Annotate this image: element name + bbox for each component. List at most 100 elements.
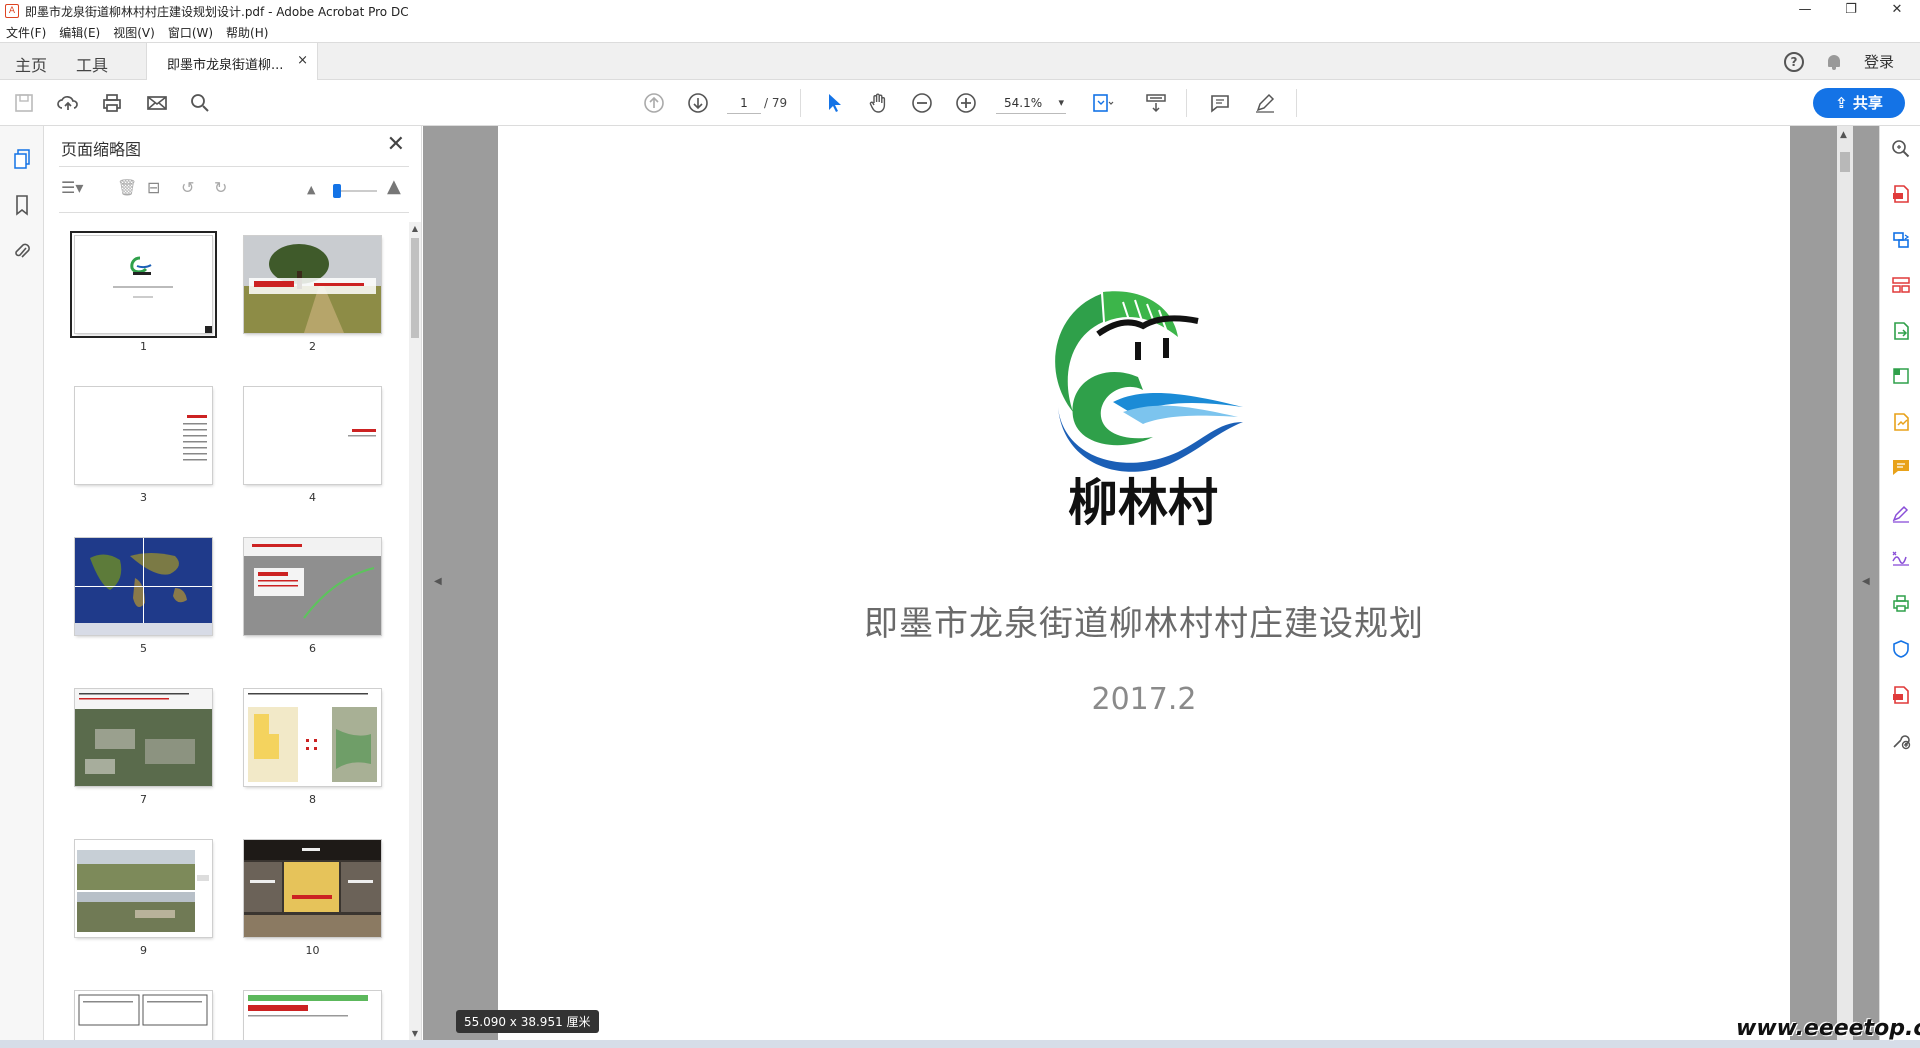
page-thumbnails-icon[interactable] xyxy=(12,148,32,170)
thumbnail-toolbar: ☰▾ 🗑 ⊟ ↺ ↻ ▲ ▲ xyxy=(59,176,409,206)
scroll-up-arrow-icon[interactable]: ▲ xyxy=(410,224,420,233)
close-window-button[interactable]: ✕ xyxy=(1874,0,1920,22)
thumbnail-list: 1 2 3 4 5 6 7 8 9 10 xyxy=(45,216,405,1040)
restore-button[interactable]: ❐ xyxy=(1828,0,1874,22)
thumbnail-page-8[interactable] xyxy=(244,689,381,786)
page-count: / 79 xyxy=(764,96,788,110)
rotate-clockwise-icon[interactable]: ↻ xyxy=(214,178,227,197)
thumbnail-page-6[interactable] xyxy=(244,538,381,635)
menu-edit[interactable]: 编辑(E) xyxy=(59,24,100,41)
scroll-down-arrow-icon[interactable]: ▼ xyxy=(410,1029,420,1038)
certificates-signature-icon[interactable] xyxy=(1890,547,1912,569)
document-viewport[interactable]: 柳林村 即墨市龙泉街道柳林村村庄建设规划 2017.2 xyxy=(423,126,1879,1040)
thumbnail-size-slider[interactable] xyxy=(335,190,377,192)
next-page-icon[interactable] xyxy=(686,91,710,115)
email-icon[interactable] xyxy=(145,91,169,115)
login-button[interactable]: 登录 xyxy=(1864,51,1894,72)
main-toolbar: 1 / 79 54.1% ⇪ 共享 xyxy=(0,80,1920,126)
scroll-mode-icon[interactable] xyxy=(1144,91,1168,115)
thumbnail-scrollbar[interactable]: ▲ ▼ xyxy=(409,222,421,1040)
upload-cloud-icon[interactable] xyxy=(56,91,80,115)
save-icon[interactable] xyxy=(12,91,36,115)
thumbnail-size-slider-knob[interactable] xyxy=(333,184,341,198)
menu-window[interactable]: 窗口(W) xyxy=(168,24,213,41)
fit-page-icon[interactable] xyxy=(1090,91,1114,115)
comment-icon[interactable] xyxy=(1208,91,1232,115)
zoom-out-icon[interactable] xyxy=(910,91,934,115)
left-navigation-rail xyxy=(0,126,44,1040)
enhance-scan-zoom-icon[interactable] xyxy=(1890,138,1912,160)
insert-page-icon[interactable]: ⊟ xyxy=(147,178,160,197)
comment-tool-icon[interactable] xyxy=(1890,456,1912,478)
pdf-page: 柳林村 即墨市龙泉街道柳林村村庄建设规划 2017.2 xyxy=(498,126,1790,1040)
fill-sign-icon[interactable] xyxy=(1890,502,1912,524)
page-dimensions-tooltip: 55.090 x 38.951 厘米 xyxy=(456,1010,599,1033)
print-icon[interactable] xyxy=(100,91,124,115)
scrollbar-thumb[interactable] xyxy=(411,238,419,338)
notification-bell-icon[interactable] xyxy=(1826,53,1842,71)
thumbnail-page-7[interactable] xyxy=(75,689,212,786)
previous-page-icon[interactable] xyxy=(642,91,666,115)
create-pdf-icon[interactable] xyxy=(1890,183,1912,205)
tabbar-right-group: ? 登录 xyxy=(1783,51,1894,72)
tab-document[interactable]: 即墨市龙泉街道柳... × xyxy=(146,43,318,81)
large-thumbnail-icon[interactable]: ▲ xyxy=(387,176,401,197)
thumbnail-9-content xyxy=(75,840,212,937)
edit-pdf-icon[interactable] xyxy=(1890,365,1912,387)
window-title: 即墨市龙泉街道柳林村村庄建设规划设计.pdf - Adobe Acrobat P… xyxy=(25,4,409,19)
combine-files-icon[interactable] xyxy=(1890,229,1912,251)
attachment-paperclip-icon[interactable] xyxy=(12,240,32,262)
zoom-in-icon[interactable] xyxy=(954,91,978,115)
thumbnail-6-content xyxy=(244,538,381,635)
thumbnail-page-11[interactable] xyxy=(75,991,212,1040)
collapse-left-panel-icon[interactable]: ◀ xyxy=(434,576,442,587)
options-menu-icon[interactable]: ☰▾ xyxy=(61,178,83,197)
bookmark-icon[interactable] xyxy=(12,194,32,216)
tab-tools[interactable]: 工具 xyxy=(76,52,108,76)
current-page-input[interactable]: 1 xyxy=(727,92,761,114)
thumbnail-number: 3 xyxy=(140,491,147,504)
thumbnail-page-3[interactable] xyxy=(75,387,212,484)
print-production-icon[interactable] xyxy=(1890,593,1912,615)
panel-close-icon[interactable]: ✕ xyxy=(387,132,405,157)
menu-view[interactable]: 视图(V) xyxy=(113,24,155,41)
request-signature-icon[interactable] xyxy=(1890,411,1912,433)
thumbnail-page-2[interactable] xyxy=(244,236,381,333)
village-logo-image: 柳林村 xyxy=(1055,291,1243,532)
zoom-level-select[interactable]: 54.1% xyxy=(996,92,1066,114)
thumbnail-number: 7 xyxy=(140,793,147,806)
thumbnail-page-12[interactable] xyxy=(244,991,381,1040)
thumbnail-page-4[interactable] xyxy=(244,387,381,484)
organize-pages-icon[interactable] xyxy=(1890,274,1912,296)
doc-scrollbar-thumb[interactable] xyxy=(1840,152,1850,172)
more-tools-icon[interactable] xyxy=(1890,729,1912,751)
document-scrollbar[interactable]: ▲ xyxy=(1837,126,1853,1040)
protect-shield-icon[interactable] xyxy=(1890,638,1912,660)
thumbnail-8-content xyxy=(248,693,377,782)
tab-close-button[interactable]: × xyxy=(297,53,308,68)
minimize-button[interactable]: — xyxy=(1782,0,1828,22)
thumbnail-number: 1 xyxy=(140,340,147,353)
compress-pdf-icon[interactable] xyxy=(1890,684,1912,706)
thumbnail-page-5[interactable] xyxy=(75,538,212,635)
collapse-right-panel-icon[interactable]: ◀ xyxy=(1862,576,1870,587)
rotate-counterclockwise-icon[interactable]: ↺ xyxy=(181,178,194,197)
thumbnail-page-1[interactable] xyxy=(70,231,217,338)
thumbnail-page-10[interactable] xyxy=(244,840,381,937)
help-icon[interactable]: ? xyxy=(1783,51,1804,72)
small-thumbnail-icon[interactable]: ▲ xyxy=(307,183,315,196)
thumbnail-number: 10 xyxy=(305,944,320,957)
share-button[interactable]: ⇪ 共享 xyxy=(1813,88,1905,118)
export-pdf-icon[interactable] xyxy=(1890,320,1912,342)
menu-help[interactable]: 帮助(H) xyxy=(226,24,268,41)
menu-file[interactable]: 文件(F) xyxy=(6,24,46,41)
thumbnail-10-content xyxy=(244,840,381,937)
tab-home[interactable]: 主页 xyxy=(15,52,47,76)
hand-tool-icon[interactable] xyxy=(866,91,890,115)
thumbnail-page-9[interactable] xyxy=(75,840,212,937)
select-cursor-icon[interactable] xyxy=(822,91,846,115)
delete-page-icon[interactable]: 🗑 xyxy=(117,178,137,197)
search-icon[interactable] xyxy=(188,91,212,115)
doc-scroll-up-arrow-icon[interactable]: ▲ xyxy=(1840,130,1847,140)
pen-draw-icon[interactable] xyxy=(1253,91,1277,115)
